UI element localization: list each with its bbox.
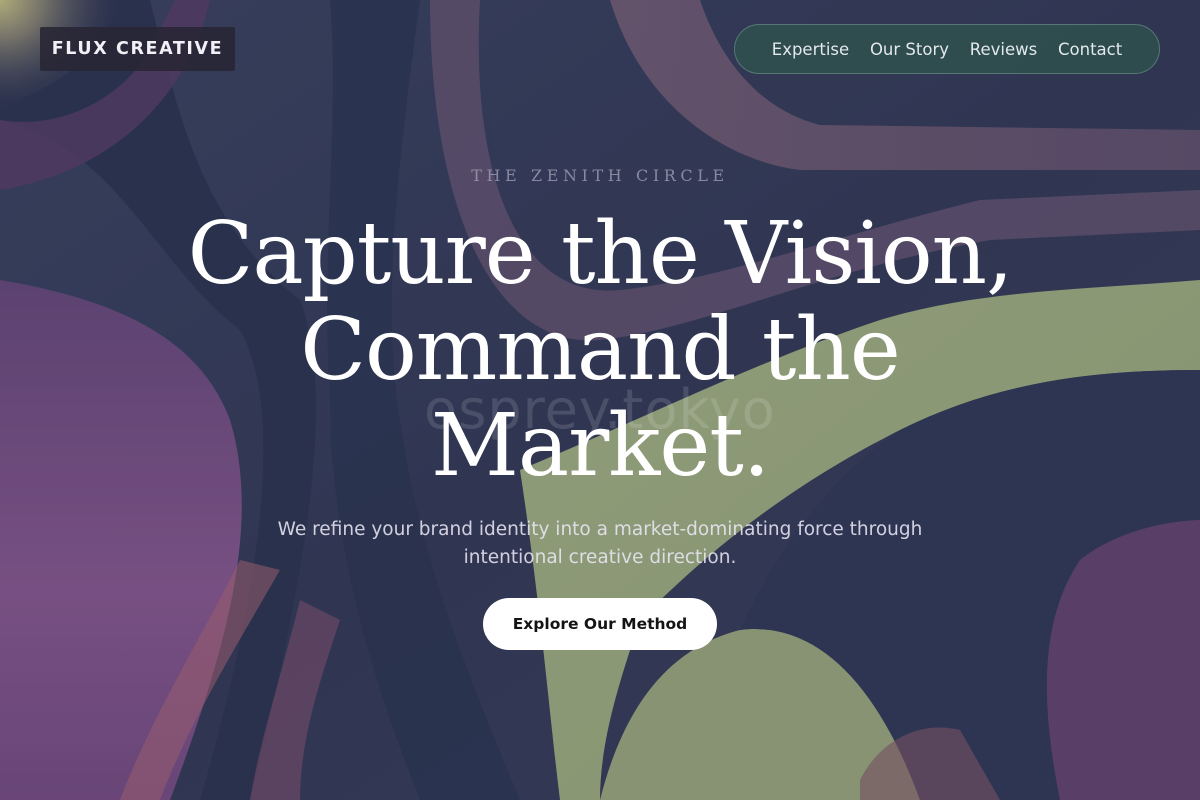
hero-headline: Capture the Vision, Command the Market.: [100, 206, 1100, 494]
headline-line-3: Market.: [430, 396, 770, 496]
explore-method-button[interactable]: Explore Our Method: [483, 598, 717, 650]
nav-link-our-story[interactable]: Our Story: [870, 40, 949, 59]
nav-link-contact[interactable]: Contact: [1058, 40, 1122, 59]
hero-eyebrow: THE ZENITH CIRCLE: [471, 166, 729, 185]
brand-logo[interactable]: FLUX CREATIVE: [40, 27, 235, 71]
hero-subtitle: We refine your brand identity into a mar…: [277, 519, 923, 568]
nav-link-expertise[interactable]: Expertise: [772, 40, 849, 59]
headline-line-1: Capture the Vision,: [187, 204, 1014, 304]
headline-line-2: Command the: [300, 300, 901, 400]
top-navigation: Expertise Our Story Reviews Contact: [734, 24, 1160, 74]
hero-section: FLUX CREATIVE Expertise Our Story Review…: [0, 0, 1200, 800]
nav-link-reviews[interactable]: Reviews: [970, 40, 1037, 59]
